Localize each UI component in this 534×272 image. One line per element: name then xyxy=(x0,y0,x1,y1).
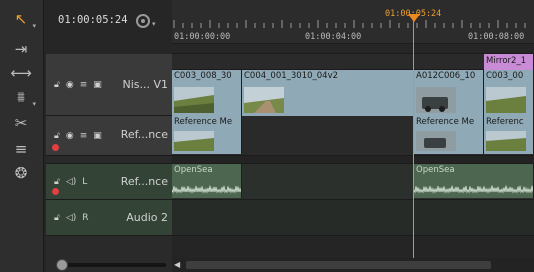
tool-strip: ↖ ▾ ⇥ ⟷ ⩩ ▾ ✂ ≡ ❂ xyxy=(0,0,44,272)
scrollbar-thumb[interactable] xyxy=(186,261,491,269)
ruler-label: 01:00:08:00 xyxy=(468,32,525,42)
eye-icon[interactable]: ◉ xyxy=(66,131,74,141)
zoom-slider[interactable] xyxy=(46,258,172,272)
track-name: Ref...nce xyxy=(120,128,168,141)
clip-label: OpenSea xyxy=(174,165,213,175)
select-tool-icon[interactable]: ↖ ▾ xyxy=(8,8,36,30)
lane-audio-2 xyxy=(172,200,534,236)
clip-audio[interactable]: OpenSea xyxy=(414,164,534,198)
clip-video[interactable]: A012C006_10 xyxy=(414,70,484,116)
clip-label: Referenc xyxy=(486,117,524,127)
zoom-slider-handle[interactable] xyxy=(56,259,68,271)
timeline-editor: ↖▾ ⇥ ⟷ ⩩▾ ✂ ≡ ❂ 01:00:05:24 ▾ 01:00:05:2… xyxy=(0,0,534,272)
snap-icon[interactable] xyxy=(136,14,150,28)
playhead-handle[interactable] xyxy=(408,14,420,22)
clip-label: C004_001_3010_04v2 xyxy=(244,71,339,81)
clip-thumbnail xyxy=(174,131,214,151)
clip-reference[interactable]: Referenc xyxy=(484,116,534,154)
lane-empty xyxy=(172,236,534,258)
clip-reference[interactable]: Reference Me xyxy=(414,116,484,154)
track-header-reference-audio[interactable]: 🔓︎ ◁) L Ref...nce xyxy=(46,164,172,200)
layers-icon[interactable]: ≡ xyxy=(80,80,88,90)
clip-thumbnail xyxy=(416,131,456,151)
audio-waveform xyxy=(414,185,533,194)
clip-video[interactable]: C004_001_3010_04v2 xyxy=(242,70,414,116)
clip-label: Reference Me xyxy=(416,117,475,127)
zoom-slider-track xyxy=(56,263,166,267)
speaker-icon[interactable]: ◁) xyxy=(66,177,76,187)
clip-audio[interactable]: OpenSea xyxy=(172,164,242,198)
track-name: Ref...nce xyxy=(120,175,168,188)
slip-tool-icon[interactable]: ⩩ ▾ xyxy=(8,86,36,108)
track-header-audio-2[interactable]: 🔓︎ ◁) R Audio 2 xyxy=(46,200,172,236)
record-icon[interactable] xyxy=(52,144,59,151)
lane-v1: C003_008_30 C004_001_3010_04v2 A012C006_… xyxy=(172,70,534,116)
chevron-down-icon[interactable]: ▾ xyxy=(152,20,156,28)
clip-mirror[interactable]: Mirror2_1 xyxy=(484,54,534,70)
empty-track-area xyxy=(46,236,172,258)
razor-tool-icon[interactable]: ✂ xyxy=(8,112,34,134)
clip-thumbnail xyxy=(486,131,526,151)
clip-label: OpenSea xyxy=(416,165,455,175)
timecode-area: 01:00:05:24 ▾ xyxy=(46,6,172,36)
clip-label: Reference Me xyxy=(174,117,233,127)
track-separator xyxy=(46,156,172,164)
track-header-v1[interactable]: 🔓︎ ◉ ≡ ▣ Nis... V1 xyxy=(46,54,172,116)
time-ruler[interactable]: 01:00:05:24 01:00:00:00 01:00:04:00 01:0… xyxy=(172,0,534,44)
playhead-line[interactable] xyxy=(413,14,414,272)
ruler-label: 01:00:04:00 xyxy=(305,32,362,42)
record-icon[interactable] xyxy=(52,188,59,195)
clip-thumbnail xyxy=(486,87,526,113)
clip-thumbnail xyxy=(174,87,214,113)
track-name: Audio 2 xyxy=(126,211,168,224)
lane-separator xyxy=(172,156,534,164)
clip-reference[interactable]: Reference Me xyxy=(172,116,242,154)
lock-icon[interactable]: 🔓︎ xyxy=(54,213,60,223)
lock-icon[interactable]: 🔓︎ xyxy=(54,80,60,90)
ruler-ticks xyxy=(173,20,526,28)
mute-icon[interactable]: ▣ xyxy=(93,131,102,141)
lock-icon[interactable]: 🔓︎ xyxy=(54,131,60,141)
channel-label[interactable]: R xyxy=(82,213,88,223)
clip-thumbnail xyxy=(416,87,456,113)
track-forward-tool-icon[interactable]: ⇥ xyxy=(8,38,34,60)
lane-mirror: Mirror2_1 xyxy=(172,54,534,70)
ripple-tool-icon[interactable]: ⟷ xyxy=(8,62,34,84)
lane-spacer xyxy=(172,44,534,54)
ruler-label: 01:00:00:00 xyxy=(174,32,231,42)
lane-reference-audio: OpenSea OpenSea xyxy=(172,164,534,200)
audio-waveform xyxy=(172,185,241,194)
clip-label: C003_00 xyxy=(486,71,524,81)
track-header-reference-video[interactable]: 🔓︎ ◉ ≡ ▣ Ref...nce xyxy=(46,116,172,156)
lane-reference-video: Reference Me Reference Me Referenc xyxy=(172,116,534,156)
timecode-display[interactable]: 01:00:05:24 xyxy=(58,14,128,26)
layers-icon[interactable]: ≡ xyxy=(80,131,88,141)
audio-sync-tool-icon[interactable]: ❂ xyxy=(8,162,34,184)
lock-icon[interactable]: 🔓︎ xyxy=(54,177,60,187)
track-name: Nis... V1 xyxy=(122,78,168,91)
horizontal-scrollbar[interactable]: ◀ xyxy=(172,258,534,272)
clip-video[interactable]: C003_008_30 xyxy=(172,70,242,116)
scroll-left-icon[interactable]: ◀ xyxy=(174,260,184,270)
eye-icon[interactable]: ◉ xyxy=(66,80,74,90)
mute-icon[interactable]: ▣ xyxy=(93,80,102,90)
multi-track-tool-icon[interactable]: ≡ xyxy=(8,138,34,160)
clip-thumbnail xyxy=(244,87,284,113)
clip-label: A012C006_10 xyxy=(416,71,476,81)
clip-video[interactable]: C003_00 xyxy=(484,70,534,116)
clip-label: C003_008_30 xyxy=(174,71,232,81)
channel-label[interactable]: L xyxy=(82,177,87,187)
clip-label: Mirror2_1 xyxy=(486,56,527,66)
speaker-icon[interactable]: ◁) xyxy=(66,213,76,223)
